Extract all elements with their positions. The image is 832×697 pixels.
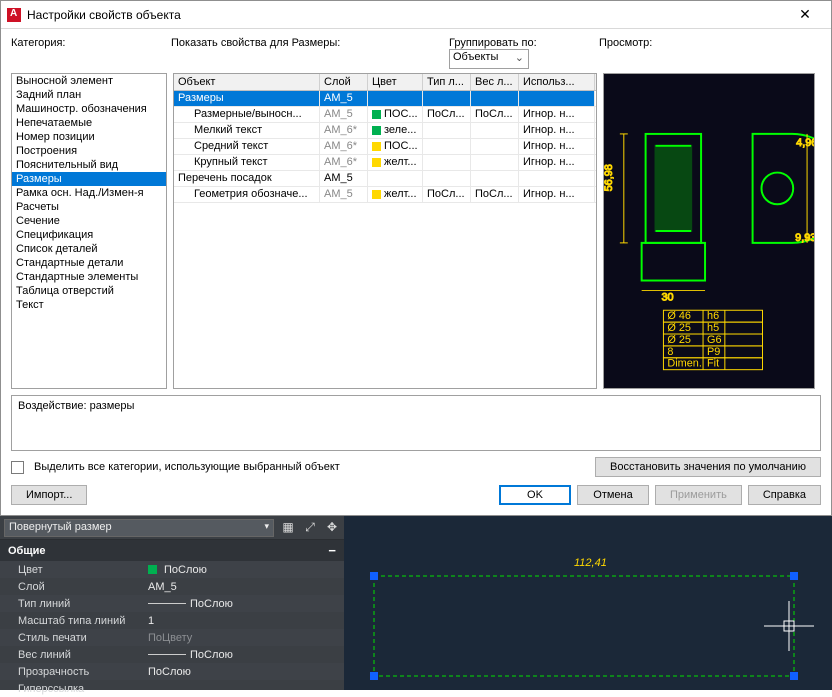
property-row[interactable]: ЦветПоСлою <box>0 561 344 578</box>
table-row[interactable]: Мелкий текстAM_6*зеле...Игнор. н... <box>174 123 596 139</box>
cancel-button[interactable]: Отмена <box>577 485 649 505</box>
category-item[interactable]: Номер позиции <box>12 130 166 144</box>
effect-label: Воздействие: размеры <box>18 400 134 412</box>
svg-text:30: 30 <box>661 291 673 303</box>
highlight-label: Выделить все категории, использующие выб… <box>34 461 589 473</box>
category-item[interactable]: Размеры <box>12 172 166 186</box>
section-general[interactable]: Общие − <box>0 540 344 561</box>
select-objects-icon[interactable]: ✥ <box>324 520 340 536</box>
property-row[interactable]: СлойAM_5 <box>0 578 344 595</box>
properties-palette: Повернутый размер ▦ ⤢ ✥ Общие − ЦветПоСл… <box>0 516 344 690</box>
svg-text:56,98: 56,98 <box>604 164 615 191</box>
category-item[interactable]: Выносной элемент <box>12 74 166 88</box>
category-item[interactable]: Список деталей <box>12 242 166 256</box>
category-item[interactable]: Машиностр. обозначения <box>12 102 166 116</box>
preview-pane: 56,98 30 4,96 9,93 Ø 46 h6 <box>603 73 815 389</box>
close-button[interactable]: ✕ <box>785 6 825 23</box>
apply-button[interactable]: Применить <box>655 485 742 505</box>
category-list[interactable]: Выносной элементЗадний планМашиностр. об… <box>11 73 167 389</box>
property-row[interactable]: Тип линийПоСлою <box>0 595 344 612</box>
table-row[interactable]: Размерные/выносн...AM_5ПОС...ПоСл...ПоСл… <box>174 107 596 123</box>
svg-text:Dimen.: Dimen. <box>667 358 701 370</box>
table-row[interactable]: РазмерыAM_5 <box>174 91 596 107</box>
collapse-icon[interactable]: − <box>328 543 336 558</box>
quick-select-icon[interactable]: ⤢ <box>302 520 318 536</box>
help-button[interactable]: Справка <box>748 485 821 505</box>
lower-panel: Повернутый размер ▦ ⤢ ✥ Общие − ЦветПоСл… <box>0 516 832 690</box>
group-by-select[interactable]: Объекты <box>449 49 529 69</box>
group-by-label: Группировать по: <box>449 37 537 49</box>
category-item[interactable]: Расчеты <box>12 200 166 214</box>
highlight-checkbox[interactable] <box>11 461 24 474</box>
table-header[interactable]: Использ... <box>519 74 595 90</box>
property-row[interactable]: Масштаб типа линий1 <box>0 612 344 629</box>
category-item[interactable]: Пояснительный вид <box>12 158 166 172</box>
object-properties-dialog: Настройки свойств объекта ✕ Категория: П… <box>0 0 832 516</box>
svg-text:4,96: 4,96 <box>796 137 814 149</box>
svg-text:P9: P9 <box>707 346 720 358</box>
table-row[interactable]: Геометрия обозначе...AM_5желт...ПоСл...П… <box>174 187 596 203</box>
table-header[interactable]: Тип л... <box>423 74 471 90</box>
show-props-label: Показать свойства для Размеры: <box>171 37 449 69</box>
dimension-text[interactable]: 112,41 <box>574 557 607 569</box>
category-item[interactable]: Построения <box>12 144 166 158</box>
svg-text:8: 8 <box>667 346 673 358</box>
restore-defaults-button[interactable]: Восстановить значения по умолчанию <box>595 457 821 477</box>
category-item[interactable]: Таблица отверстий <box>12 284 166 298</box>
svg-text:Fit: Fit <box>707 358 719 370</box>
table-header[interactable]: Вес л... <box>471 74 519 90</box>
object-type-dropdown[interactable]: Повернутый размер <box>4 519 274 537</box>
table-header[interactable]: Слой <box>320 74 368 90</box>
drawing-viewport[interactable]: 112,41 <box>344 516 832 690</box>
effect-box: Воздействие: размеры <box>11 395 821 451</box>
category-item[interactable]: Сечение <box>12 214 166 228</box>
property-row[interactable]: ПрозрачностьПоСлою <box>0 663 344 680</box>
app-icon <box>7 8 21 22</box>
table-header[interactable]: Цвет <box>368 74 423 90</box>
svg-text:Ø 25: Ø 25 <box>667 334 691 346</box>
toggle-pim-icon[interactable]: ▦ <box>280 520 296 536</box>
table-row[interactable]: Крупный текстAM_6*желт...Игнор. н... <box>174 155 596 171</box>
preview-label: Просмотр: <box>599 37 652 69</box>
category-label: Категория: <box>11 37 171 69</box>
svg-text:h5: h5 <box>707 322 719 334</box>
table-header[interactable]: Объект <box>174 74 320 90</box>
table-row[interactable]: Перечень посадокAM_5 <box>174 171 596 187</box>
category-item[interactable]: Непечатаемые <box>12 116 166 130</box>
window-title: Настройки свойств объекта <box>27 8 785 22</box>
svg-text:G6: G6 <box>707 334 722 346</box>
svg-text:Ø 46: Ø 46 <box>667 310 691 322</box>
property-row[interactable]: Вес линийПоСлою <box>0 646 344 663</box>
svg-text:h6: h6 <box>707 310 719 322</box>
category-item[interactable]: Задний план <box>12 88 166 102</box>
property-row[interactable]: Стиль печатиПоЦвету <box>0 629 344 646</box>
category-item[interactable]: Спецификация <box>12 228 166 242</box>
properties-table[interactable]: ОбъектСлойЦветТип л...Вес л...Использ...… <box>173 73 597 389</box>
ok-button[interactable]: OK <box>499 485 571 505</box>
import-button[interactable]: Импорт... <box>11 485 87 505</box>
category-item[interactable]: Текст <box>12 298 166 312</box>
titlebar: Настройки свойств объекта ✕ <box>1 1 831 29</box>
category-item[interactable]: Стандартные детали <box>12 256 166 270</box>
svg-text:Ø 25: Ø 25 <box>667 322 691 334</box>
category-item[interactable]: Стандартные элементы <box>12 270 166 284</box>
svg-text:9,93: 9,93 <box>795 232 814 244</box>
category-item[interactable]: Рамка осн. Над./Измен-я <box>12 186 166 200</box>
table-row[interactable]: Средний текстAM_6*ПОС...Игнор. н... <box>174 139 596 155</box>
